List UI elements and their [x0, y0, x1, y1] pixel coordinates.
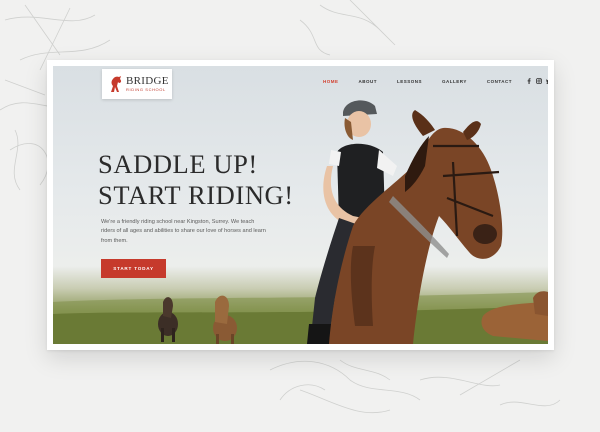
- nav-item-contact[interactable]: CONTACT: [487, 79, 512, 84]
- headline-line-1: SADDLE UP!: [98, 149, 258, 179]
- nav-item-gallery[interactable]: GALLERY: [442, 79, 467, 84]
- logo-tagline: RIDING SCHOOL: [126, 87, 166, 92]
- twitter-icon[interactable]: [546, 78, 548, 84]
- nav-item-lessons[interactable]: LESSONS: [397, 79, 422, 84]
- logo-name: BRIDGE: [126, 75, 169, 87]
- headline-line-2: START RIDING!: [98, 180, 294, 210]
- social-links: [526, 78, 548, 84]
- start-today-button[interactable]: START TODAY: [101, 259, 166, 278]
- nav-item-about[interactable]: ABOUT: [359, 79, 378, 84]
- hero-section: BRIDGE RIDING SCHOOL HOME ABOUT LESSONS …: [53, 66, 548, 344]
- main-nav: HOME ABOUT LESSONS GALLERY CONTACT: [323, 78, 548, 84]
- website-preview-card: BRIDGE RIDING SCHOOL HOME ABOUT LESSONS …: [47, 60, 554, 350]
- logo[interactable]: BRIDGE RIDING SCHOOL: [102, 69, 172, 99]
- hero-headline: SADDLE UP! START RIDING!: [98, 149, 294, 211]
- horse-logo-icon: [111, 76, 122, 92]
- facebook-icon[interactable]: [526, 78, 532, 84]
- nav-item-home[interactable]: HOME: [323, 79, 339, 84]
- hero-intro-text: We're a friendly riding school near King…: [101, 219, 266, 244]
- instagram-icon[interactable]: [536, 78, 542, 84]
